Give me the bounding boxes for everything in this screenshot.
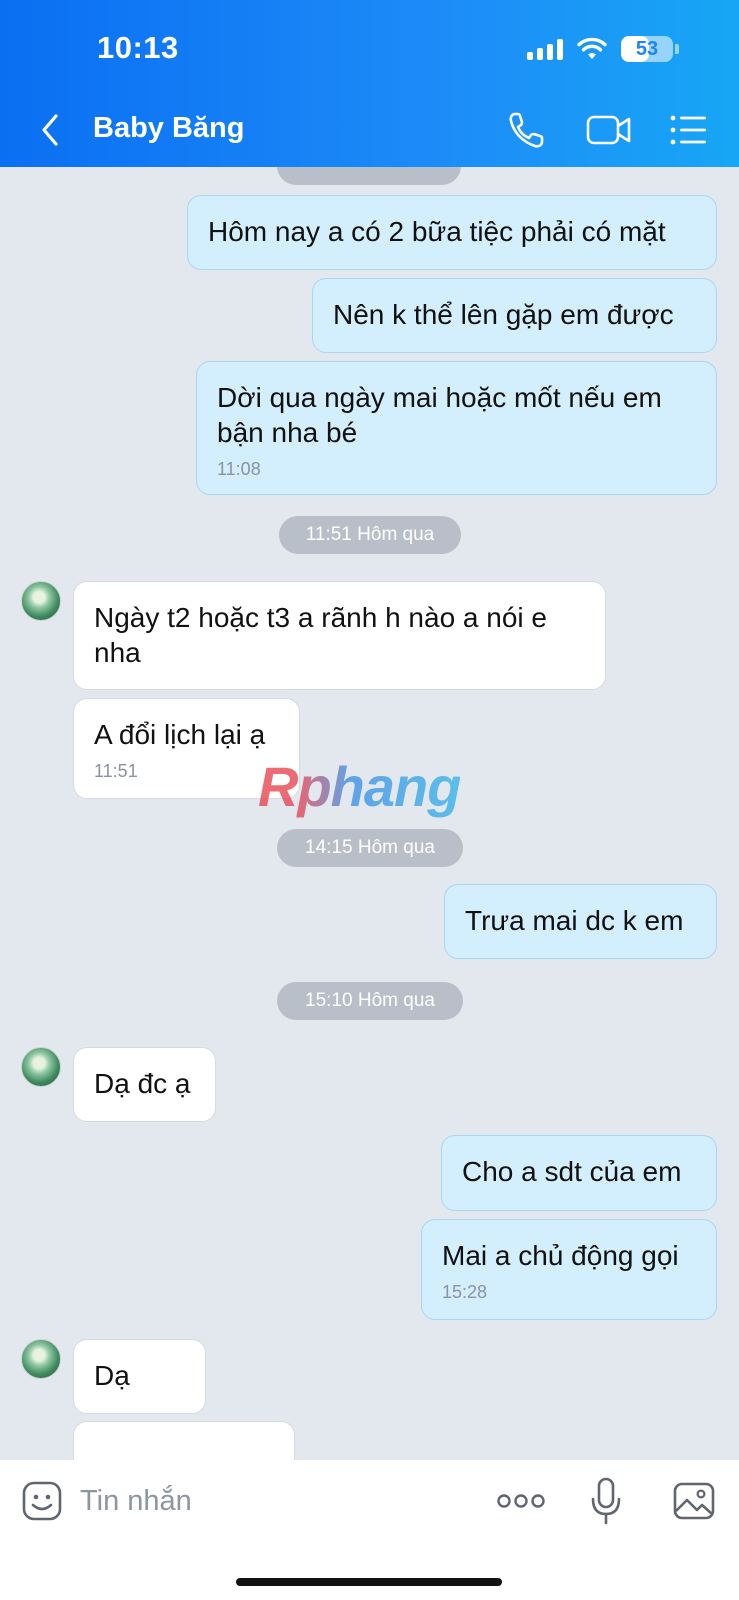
message-bubble-incoming[interactable]: Ngày t2 hoặc t3 a rãnh h nào a nói e nha — [73, 581, 606, 690]
image-icon[interactable] — [672, 1480, 716, 1522]
time-separator-partial — [277, 167, 461, 185]
message-text: Hôm nay a có 2 bữa tiệc phải có mặt — [208, 216, 666, 247]
message-bubble-outgoing[interactable]: Hôm nay a có 2 bữa tiệc phải có mặt — [187, 195, 717, 270]
message-bubble-outgoing[interactable]: Cho a sdt của em — [441, 1135, 717, 1211]
message-text: Ngày t2 hoặc t3 a rãnh h nào a nói e nha — [94, 602, 547, 668]
message-text: Dời qua ngày mai hoặc mốt nếu em bận nha… — [217, 382, 662, 448]
message-bubble-outgoing[interactable]: Nên k thể lên gặp em được — [312, 278, 717, 353]
message-text: Dạ — [94, 1360, 130, 1391]
message-list[interactable]: Hôm nay a có 2 bữa tiệc phải có mặt Nên … — [0, 167, 739, 1460]
battery-tip — [675, 44, 679, 54]
status-time: 10:13 — [97, 30, 179, 65]
chevron-left-icon[interactable] — [36, 110, 66, 150]
avatar[interactable] — [21, 1339, 61, 1379]
message-bubble-outgoing[interactable]: Dời qua ngày mai hoặc mốt nếu em bận nha… — [196, 361, 717, 495]
cellular-signal-icon — [527, 38, 563, 60]
wifi-icon — [577, 37, 607, 59]
message-text: Dạ đc ạ — [94, 1068, 191, 1099]
microphone-icon[interactable] — [588, 1476, 624, 1526]
sticker-face-icon[interactable] — [21, 1480, 63, 1522]
video-camera-icon[interactable] — [585, 108, 633, 152]
message-bubble-incoming[interactable]: Dạ đc ạ — [73, 1047, 216, 1122]
message-bubble-incoming-partial[interactable] — [73, 1421, 295, 1460]
list-menu-icon[interactable] — [667, 108, 711, 152]
time-separator: 11:51 Hôm qua — [279, 516, 461, 554]
battery-icon: 53 — [621, 36, 673, 62]
message-time: 11:51 — [94, 761, 138, 781]
chat-header: 10:13 53 Baby Băng — [0, 0, 739, 167]
message-time: 11:08 — [217, 459, 261, 479]
battery-level: 53 — [635, 37, 659, 60]
time-separator: 14:15 Hôm qua — [277, 829, 463, 867]
more-dots-icon[interactable] — [497, 1490, 545, 1512]
avatar[interactable] — [21, 1047, 61, 1087]
message-input[interactable] — [80, 1478, 460, 1524]
message-text: Mai a chủ động gọi — [442, 1240, 679, 1271]
watermark-logo: Rphang — [258, 755, 461, 818]
avatar[interactable] — [21, 581, 61, 621]
message-bubble-outgoing[interactable]: Mai a chủ động gọi 15:28 — [421, 1219, 717, 1320]
status-icons: 53 — [527, 36, 679, 62]
message-text: Cho a sdt của em — [462, 1156, 682, 1187]
time-separator: 15:10 Hôm qua — [277, 982, 463, 1020]
home-indicator[interactable] — [236, 1578, 502, 1586]
phone-icon[interactable] — [505, 108, 549, 152]
message-bubble-outgoing[interactable]: Trưa mai dc k em — [444, 884, 717, 959]
message-text: Nên k thể lên gặp em được — [333, 299, 674, 330]
chat-title[interactable]: Baby Băng — [93, 112, 244, 145]
message-text: A đổi lịch lại ạ — [94, 719, 266, 750]
message-bubble-incoming[interactable]: Dạ — [73, 1339, 206, 1414]
message-text: Trưa mai dc k em — [465, 905, 684, 936]
message-time: 15:28 — [442, 1282, 488, 1302]
